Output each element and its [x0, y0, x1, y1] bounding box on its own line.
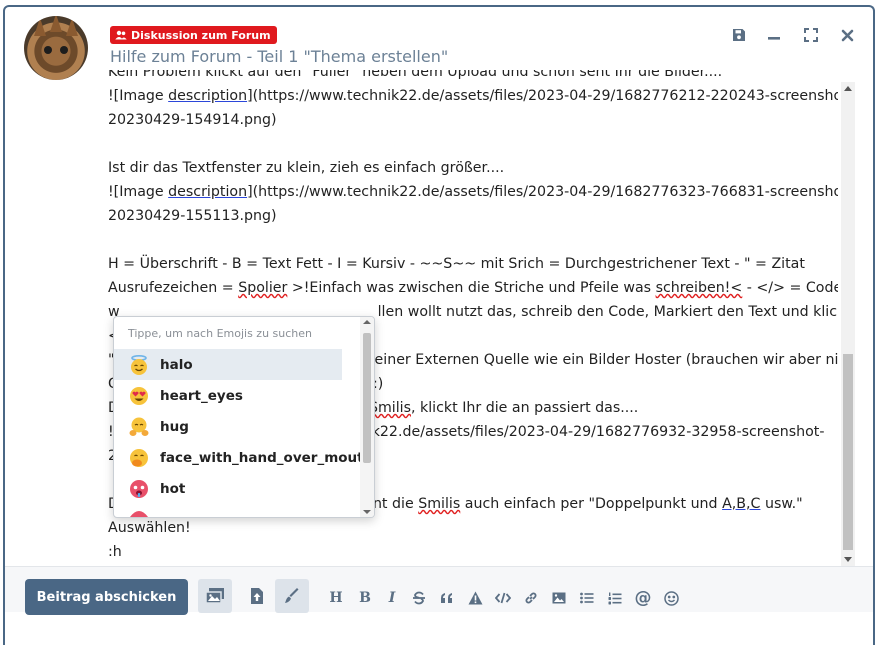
quote-icon	[441, 593, 452, 603]
hot-face-icon	[128, 478, 150, 500]
close-icon	[841, 29, 853, 41]
editor-line: 20230429-154914.png)	[108, 112, 277, 128]
bold-button[interactable]: B	[354, 587, 376, 609]
emoji-option-label: hot	[160, 480, 186, 497]
image-gallery-button[interactable]	[198, 579, 232, 613]
scroll-down-arrow[interactable]	[363, 510, 371, 514]
emoji-option-hot[interactable]: hot	[114, 473, 342, 504]
close-button[interactable]	[838, 26, 856, 44]
preview-button[interactable]	[275, 579, 309, 613]
avatar-decoration	[34, 18, 46, 36]
quote-button[interactable]	[436, 587, 458, 609]
italic-icon: I	[388, 590, 396, 606]
image-icon	[552, 592, 566, 604]
at-sign-icon: @	[634, 588, 652, 608]
editor-line: Auswählen!	[108, 520, 191, 536]
strikethrough-icon	[413, 591, 425, 605]
minus-icon	[768, 37, 780, 40]
editor-line: Kein Problem klickt auf den "Füller" neb…	[108, 70, 723, 80]
expand-icon	[804, 28, 818, 42]
editor-line: :h	[108, 544, 122, 560]
face-with-hand-over-mouth-icon	[128, 447, 150, 469]
strikethrough-button[interactable]	[408, 587, 430, 609]
italic-button[interactable]: I	[381, 587, 403, 609]
users-icon	[115, 30, 127, 40]
fullscreen-button[interactable]	[802, 26, 820, 44]
emoji-autocomplete-popup: Tippe, um nach Emojis zu suchen halo hea…	[113, 316, 375, 518]
emoji-option-label: hug	[160, 418, 189, 435]
scroll-down-arrow[interactable]	[844, 557, 852, 562]
scrollbar-thumb[interactable]	[363, 333, 371, 463]
heading-icon: H	[329, 590, 343, 606]
emoji-option-halo[interactable]: halo	[114, 349, 342, 380]
save-draft-button[interactable]	[730, 26, 748, 44]
scrollbar-thumb[interactable]	[843, 354, 853, 550]
editor-line: Ausrufezeichen = Spolier >!Einfach was z…	[108, 280, 838, 296]
heart-eyes-face-icon	[128, 385, 150, 407]
emoji-partial-icon	[128, 501, 150, 518]
avatar[interactable]	[24, 16, 88, 80]
scroll-up-arrow[interactable]	[844, 86, 852, 91]
warning-icon	[468, 591, 482, 605]
emoji-option-label: heart_eyes	[160, 387, 243, 404]
editor-line: 20230429-155113.png)	[108, 208, 277, 224]
emoji-option-hug[interactable]: hug	[114, 411, 342, 442]
smiling-face-with-halo-icon	[128, 354, 150, 376]
emoji-search-input[interactable]: Tippe, um nach Emojis zu suchen	[114, 317, 374, 349]
thread-title: Hilfe zum Forum - Teil 1 "Thema erstelle…	[110, 47, 449, 66]
avatar-decoration	[44, 46, 52, 54]
bullet-list-icon	[580, 592, 594, 604]
editor-line: Ist dir das Textfenster zu klein, zieh e…	[108, 160, 505, 176]
code-icon	[495, 592, 511, 604]
link-icon	[525, 592, 537, 604]
avatar-decoration	[66, 18, 78, 36]
scroll-up-arrow[interactable]	[363, 320, 371, 324]
bullet-list-button[interactable]	[576, 587, 598, 609]
editor-line: ![Image description](https://www.technik…	[108, 88, 838, 104]
insert-image-button[interactable]	[548, 587, 570, 609]
paintbrush-icon	[285, 588, 299, 603]
emoji-option-heart-eyes[interactable]: heart_eyes	[114, 380, 342, 411]
file-upload-icon	[251, 588, 263, 604]
emoji-option-partial[interactable]	[114, 501, 342, 518]
emoji-button[interactable]	[660, 587, 682, 609]
category-badge[interactable]: Diskussion zum Forum	[110, 26, 277, 44]
avatar-decoration	[50, 16, 62, 32]
code-button[interactable]	[492, 587, 514, 609]
bold-icon: B	[359, 590, 371, 606]
link-button[interactable]	[520, 587, 542, 609]
smiley-icon	[663, 590, 679, 606]
editor-line: ![Image description](https://www.technik…	[108, 184, 838, 200]
submit-post-button[interactable]: Beitrag abschicken	[25, 579, 188, 615]
mention-button[interactable]: @	[632, 587, 654, 609]
avatar-decoration	[60, 46, 68, 54]
emoji-option-label: face_with_hand_over_mouth	[160, 449, 374, 466]
spoiler-button[interactable]	[464, 587, 486, 609]
upload-file-button[interactable]	[240, 579, 274, 613]
images-icon	[205, 588, 224, 604]
heading-button[interactable]: H	[325, 587, 347, 609]
emoji-option-label: halo	[160, 356, 193, 373]
hugging-face-icon	[128, 416, 150, 438]
minimize-button[interactable]	[765, 26, 783, 44]
numbered-list-button[interactable]	[604, 587, 626, 609]
numbered-list-icon	[608, 592, 622, 604]
composer-toolbar: Beitrag abschicken H B I @	[5, 566, 873, 615]
floppy-disk-icon	[733, 29, 745, 41]
emoji-option-face-with-hand-over-mouth[interactable]: face_with_hand_over_mouth	[114, 442, 373, 473]
editor-scrollbar[interactable]	[841, 82, 855, 566]
emoji-popup-scrollbar[interactable]	[360, 317, 374, 517]
editor-line: H = Überschrift - B = Text Fett - I = Ku…	[108, 256, 805, 272]
category-badge-label: Diskussion zum Forum	[131, 28, 271, 42]
